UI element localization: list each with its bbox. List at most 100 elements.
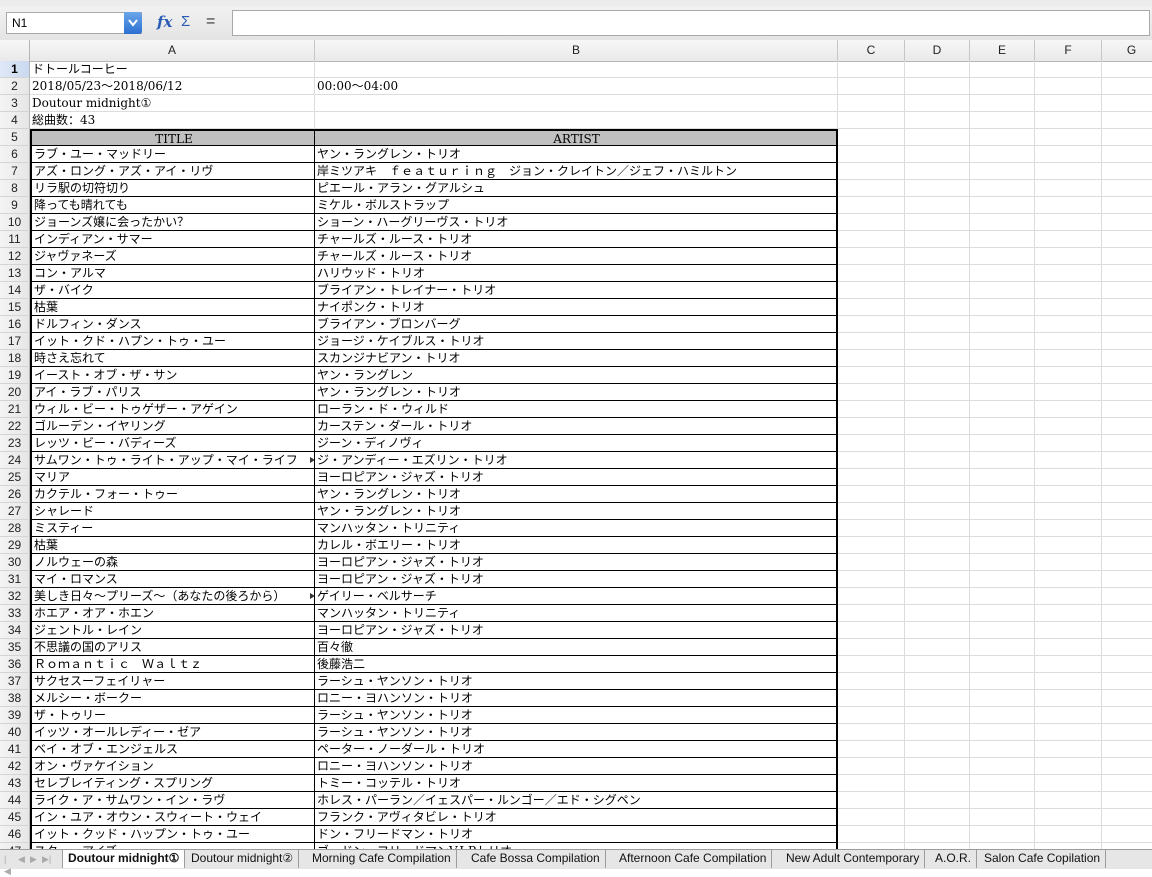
empty-cell[interactable]	[905, 520, 970, 537]
title-cell[interactable]: サムワン・トゥ・ライト・アップ・マイ・ライフ	[30, 452, 315, 469]
title-cell[interactable]: ラブ・ユー・マッドリー	[30, 146, 315, 163]
empty-cell[interactable]	[970, 112, 1035, 129]
title-cell[interactable]: ザ・バイク	[30, 282, 315, 299]
empty-cell[interactable]	[970, 197, 1035, 214]
empty-cell[interactable]	[838, 180, 905, 197]
empty-cell[interactable]	[1035, 826, 1102, 843]
title-cell[interactable]: ジョーンズ嬢に会ったかい？	[30, 214, 315, 231]
empty-cell[interactable]	[970, 503, 1035, 520]
artist-cell[interactable]: チャールズ・ルース・トリオ	[315, 248, 838, 265]
title-cell[interactable]: インディアン・サマー	[30, 231, 315, 248]
empty-cell[interactable]	[970, 656, 1035, 673]
empty-cell[interactable]	[838, 350, 905, 367]
title-cell[interactable]: イット・クッド・ハップン・トゥ・ユー	[30, 826, 315, 843]
title-cell[interactable]: 不思議の国のアリス	[30, 639, 315, 656]
empty-cell[interactable]	[905, 367, 970, 384]
artist-cell[interactable]: ラーシュ・ヤンソン・トリオ	[315, 707, 838, 724]
header-cell-title[interactable]: TITLE	[30, 129, 315, 146]
row-header[interactable]: 7	[0, 163, 30, 180]
artist-cell[interactable]: カーステン・ダール・トリオ	[315, 418, 838, 435]
empty-cell[interactable]	[1102, 197, 1152, 214]
row-header[interactable]: 36	[0, 656, 30, 673]
empty-cell[interactable]	[905, 469, 970, 486]
title-cell[interactable]: イット・クド・ハプン・トゥ・ユー	[30, 333, 315, 350]
empty-cell[interactable]	[905, 129, 970, 146]
empty-cell[interactable]	[1035, 554, 1102, 571]
title-cell[interactable]: 枯葉	[30, 537, 315, 554]
empty-cell[interactable]	[970, 537, 1035, 554]
row-header[interactable]: 26	[0, 486, 30, 503]
empty-cell[interactable]	[905, 112, 970, 129]
row-header[interactable]: 17	[0, 333, 30, 350]
empty-cell[interactable]	[1035, 639, 1102, 656]
title-cell[interactable]: イースト・オブ・ザ・サン	[30, 367, 315, 384]
empty-cell[interactable]	[1102, 503, 1152, 520]
title-cell[interactable]: リラ駅の切符切り	[30, 180, 315, 197]
artist-cell[interactable]: フランク・アヴィタビレ・トリオ	[315, 809, 838, 826]
empty-cell[interactable]	[1035, 469, 1102, 486]
empty-cell[interactable]	[1035, 656, 1102, 673]
empty-cell[interactable]	[905, 673, 970, 690]
empty-cell[interactable]	[905, 758, 970, 775]
empty-cell[interactable]	[1035, 146, 1102, 163]
empty-cell[interactable]	[838, 622, 905, 639]
empty-cell[interactable]	[1102, 299, 1152, 316]
empty-cell[interactable]	[970, 350, 1035, 367]
empty-cell[interactable]	[838, 78, 905, 95]
cell[interactable]	[315, 61, 838, 78]
empty-cell[interactable]	[1035, 435, 1102, 452]
empty-cell[interactable]	[905, 265, 970, 282]
empty-cell[interactable]	[905, 214, 970, 231]
empty-cell[interactable]	[838, 61, 905, 78]
empty-cell[interactable]	[1102, 265, 1152, 282]
empty-cell[interactable]	[838, 690, 905, 707]
sheet-tab-morning-cafe[interactable]: Morning Cafe Compilation	[307, 850, 457, 868]
column-header-d[interactable]: D	[905, 40, 970, 61]
empty-cell[interactable]	[905, 809, 970, 826]
empty-cell[interactable]	[1035, 486, 1102, 503]
row-header[interactable]: 24	[0, 452, 30, 469]
empty-cell[interactable]	[905, 316, 970, 333]
row-header[interactable]: 16	[0, 316, 30, 333]
empty-cell[interactable]	[1102, 146, 1152, 163]
empty-cell[interactable]	[970, 605, 1035, 622]
empty-cell[interactable]	[970, 214, 1035, 231]
empty-cell[interactable]	[838, 333, 905, 350]
empty-cell[interactable]	[1035, 605, 1102, 622]
empty-cell[interactable]	[970, 520, 1035, 537]
empty-cell[interactable]	[1102, 214, 1152, 231]
artist-cell[interactable]: ヨーロピアン・ジャズ・トリオ	[315, 554, 838, 571]
empty-cell[interactable]	[838, 231, 905, 248]
empty-cell[interactable]	[1102, 129, 1152, 146]
row-header[interactable]: 20	[0, 384, 30, 401]
empty-cell[interactable]	[1102, 469, 1152, 486]
row-header[interactable]: 40	[0, 724, 30, 741]
row-header[interactable]: 14	[0, 282, 30, 299]
empty-cell[interactable]	[970, 146, 1035, 163]
empty-cell[interactable]	[970, 775, 1035, 792]
row-header[interactable]: 46	[0, 826, 30, 843]
empty-cell[interactable]	[905, 248, 970, 265]
empty-cell[interactable]	[1035, 129, 1102, 146]
empty-cell[interactable]	[1102, 486, 1152, 503]
empty-cell[interactable]	[1102, 724, 1152, 741]
title-cell[interactable]: Ｒｏｍａｎｔｉｃ Ｗａｌｔｚ	[30, 656, 315, 673]
empty-cell[interactable]	[970, 758, 1035, 775]
empty-cell[interactable]	[838, 588, 905, 605]
empty-cell[interactable]	[1102, 384, 1152, 401]
empty-cell[interactable]	[1035, 673, 1102, 690]
title-cell[interactable]: イッツ・オールレディー・ゼア	[30, 724, 315, 741]
empty-cell[interactable]	[838, 95, 905, 112]
empty-cell[interactable]	[905, 554, 970, 571]
empty-cell[interactable]	[905, 401, 970, 418]
empty-cell[interactable]	[838, 741, 905, 758]
empty-cell[interactable]	[838, 316, 905, 333]
empty-cell[interactable]	[838, 775, 905, 792]
cell[interactable]	[315, 95, 838, 112]
artist-cell[interactable]: ヤン・ラングレン・トリオ	[315, 384, 838, 401]
empty-cell[interactable]	[1102, 605, 1152, 622]
sheet-tab-cafe-bossa[interactable]: Cafe Bossa Compilation	[466, 850, 606, 868]
empty-cell[interactable]	[1102, 571, 1152, 588]
empty-cell[interactable]	[970, 282, 1035, 299]
column-header-e[interactable]: E	[970, 40, 1035, 61]
